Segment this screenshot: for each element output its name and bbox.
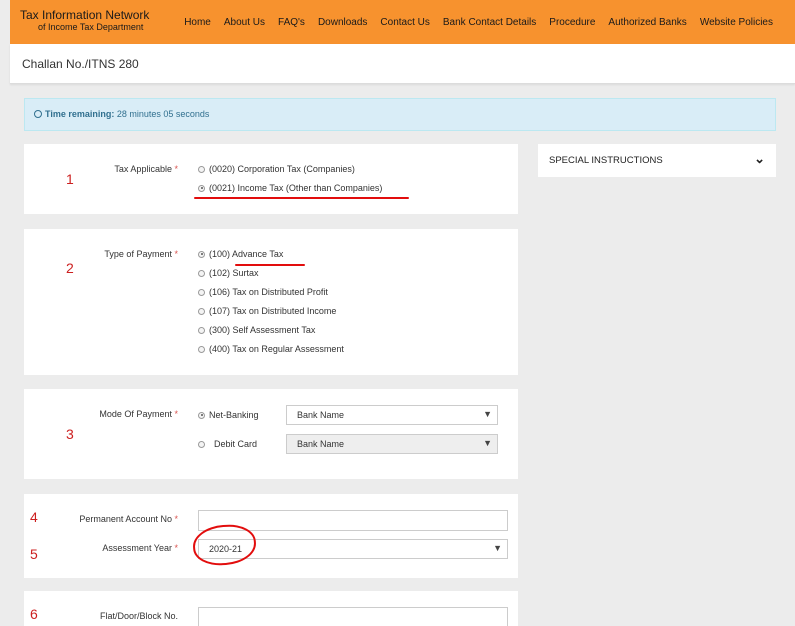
radio-option-surtax[interactable]: (102) Surtax [198,268,259,278]
annotation-number: 1 [66,171,74,187]
assessment-year-label-text: Assessment Year [102,543,172,553]
page-title: Challan No./ITNS 280 [22,57,139,71]
annotation-number: 3 [66,426,74,442]
top-navbar: Tax Information Network of Income Tax De… [10,0,795,44]
radio-button[interactable] [198,440,205,448]
tax-applicable-label: Tax Applicable * [114,164,178,174]
nav-authorized-banks[interactable]: Authorized Banks [608,17,686,28]
radio-button[interactable] [198,307,205,315]
special-instructions-panel[interactable]: SPECIAL INSTRUCTIONS ⌄ [538,144,776,177]
tax-applicable-card: 1 Tax Applicable * (0020) Corporation Ta… [24,144,518,214]
pan-label-text: Permanent Account No [79,514,172,524]
type-of-payment-label: Type of Payment * [104,249,178,259]
main-nav: Home About Us FAQ's Downloads Contact Us… [184,0,773,44]
special-instructions-title: SPECIAL INSTRUCTIONS [549,155,663,166]
radio-option-income-tax[interactable]: (0021) Income Tax (Other than Companies) [198,183,382,193]
nav-home[interactable]: Home [184,17,211,28]
radio-button[interactable] [198,326,205,334]
nav-contact-us[interactable]: Contact Us [380,17,429,28]
select-value: Bank Name [297,410,345,420]
brand-title: Tax Information Network [20,8,150,22]
type-of-payment-label-text: Type of Payment [104,249,172,259]
radio-option-corporation-tax[interactable]: (0020) Corporation Tax (Companies) [198,164,355,174]
radio-label: (300) Self Assessment Tax [209,325,316,335]
red-underline-annotation [235,264,305,266]
pan-assessment-card: 4 Permanent Account No * 5 Assessment Ye… [24,494,518,578]
radio-button-selected[interactable] [198,411,205,419]
address-card: 6 Flat/Door/Block No. [24,591,518,626]
annotation-number: 5 [30,546,38,562]
radio-label: (0021) Income Tax (Other than Companies) [209,183,383,193]
pan-label: Permanent Account No * [79,514,178,524]
mode-of-payment-label-text: Mode Of Payment [99,409,172,419]
flat-input[interactable] [198,607,508,626]
type-of-payment-card: 2 Type of Payment * (100) Advance Tax (1… [24,229,518,375]
red-underline-annotation [194,197,409,199]
radio-button[interactable] [198,269,205,277]
debit-card-bank-select[interactable]: Bank Name ▼ [286,434,498,454]
nav-bank-contact-details[interactable]: Bank Contact Details [443,17,536,28]
radio-option-debit-card[interactable]: Debit Card [198,439,257,449]
radio-label: Debit Card [214,439,258,449]
nav-about-us[interactable]: About Us [224,17,265,28]
mode-of-payment-card: 3 Mode Of Payment * Net-Banking Bank Nam… [24,389,518,479]
timer-value: 28 minutes 05 seconds [116,109,210,119]
clock-icon [34,110,42,118]
timer-label: Time remaining: [45,109,115,119]
radio-label: (106) Tax on Distributed Profit [209,287,328,297]
radio-label: (102) Surtax [209,268,259,278]
required-asterisk: * [174,164,178,174]
radio-button[interactable] [198,345,205,353]
radio-button[interactable] [198,165,205,173]
radio-label: Net-Banking [209,410,259,420]
dropdown-arrow-icon: ▼ [483,409,492,419]
chevron-down-icon[interactable]: ⌄ [754,151,765,167]
nav-website-policies[interactable]: Website Policies [700,17,773,28]
radio-label: (400) Tax on Regular Assessment [209,344,344,354]
tax-applicable-label-text: Tax Applicable [114,164,172,174]
nav-faqs[interactable]: FAQ's [278,17,305,28]
time-remaining-alert: Time remaining: 28 minutes 05 seconds [24,98,776,131]
radio-button-selected[interactable] [198,184,205,192]
radio-option-net-banking[interactable]: Net-Banking [198,410,259,420]
required-asterisk: * [174,543,178,553]
required-asterisk: * [174,514,178,524]
flat-label: Flat/Door/Block No. [99,611,178,621]
required-asterisk: * [174,409,178,419]
annotation-number: 2 [66,260,74,276]
net-banking-bank-select[interactable]: Bank Name ▼ [286,405,498,425]
radio-option-distributed-profit[interactable]: (106) Tax on Distributed Profit [198,287,328,297]
brand-logo[interactable]: Tax Information Network of Income Tax De… [20,8,149,33]
radio-button-selected[interactable] [198,250,205,258]
radio-button[interactable] [198,288,205,296]
dropdown-arrow-icon: ▼ [483,438,492,448]
annotation-number: 4 [30,509,38,525]
dropdown-arrow-icon: ▼ [493,543,502,553]
radio-label: (100) Advance Tax [209,249,284,259]
mode-of-payment-label: Mode Of Payment * [99,409,178,419]
assessment-year-label: Assessment Year * [102,543,178,553]
radio-label: (107) Tax on Distributed Income [209,306,337,316]
radio-option-self-assessment[interactable]: (300) Self Assessment Tax [198,325,315,335]
radio-option-distributed-income[interactable]: (107) Tax on Distributed Income [198,306,336,316]
radio-option-advance-tax[interactable]: (100) Advance Tax [198,249,283,259]
radio-label: (0020) Corporation Tax (Companies) [209,164,355,174]
annotation-number: 6 [30,606,38,622]
nav-downloads[interactable]: Downloads [318,17,367,28]
select-value: Bank Name [297,439,345,449]
nav-procedure[interactable]: Procedure [549,17,595,28]
page-title-bar: Challan No./ITNS 280 [10,44,795,84]
radio-option-regular-assessment[interactable]: (400) Tax on Regular Assessment [198,344,344,354]
brand-subtitle: of Income Tax Department [38,22,144,32]
required-asterisk: * [174,249,178,259]
